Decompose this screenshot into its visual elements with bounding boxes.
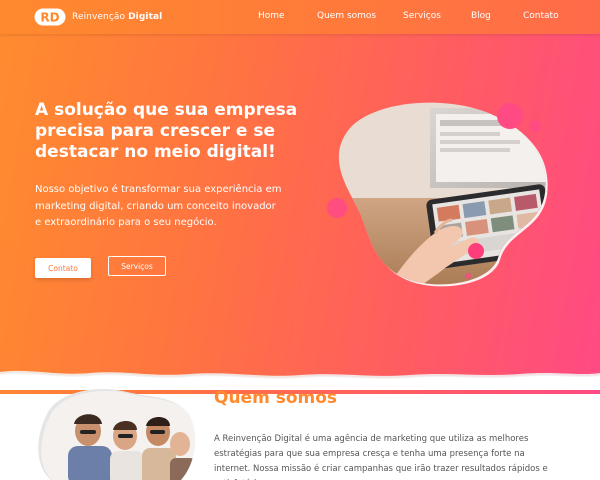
hero-photo xyxy=(338,102,546,285)
services-button[interactable]: Serviços xyxy=(108,256,166,276)
main-nav: Home Quem somos Serviços Blog Contato xyxy=(0,11,600,25)
about-description: A Reinvenção Digital é uma agência de ma… xyxy=(214,434,548,480)
hero-description: Nosso objetivo é transformar sua experiê… xyxy=(35,184,282,228)
about-title: Quem somos xyxy=(214,388,338,408)
decor-circle-5 xyxy=(465,273,471,279)
nav-servicos[interactable]: Serviços xyxy=(403,11,441,21)
nav-blog[interactable]: Blog xyxy=(471,11,491,21)
about-illustration xyxy=(38,389,196,480)
nav-quem-somos[interactable]: Quem somos xyxy=(317,11,376,21)
about-photo xyxy=(41,390,196,480)
decor-circle-1 xyxy=(497,103,523,129)
hero-section: A solução que sua empresa precisa para c… xyxy=(0,34,600,394)
site-header: RD Reinvenção Digital Home Quem somos Se… xyxy=(0,0,600,34)
hero-illustration xyxy=(327,102,548,287)
nav-home[interactable]: Home xyxy=(258,11,285,21)
contact-button[interactable]: Contato xyxy=(35,258,91,278)
hero-title: A solução que sua empresa precisa para c… xyxy=(35,100,298,162)
decor-circle-2 xyxy=(529,120,541,132)
nav-contato[interactable]: Contato xyxy=(523,11,559,21)
decor-circle-3 xyxy=(327,198,347,218)
decor-circle-4 xyxy=(468,243,484,259)
